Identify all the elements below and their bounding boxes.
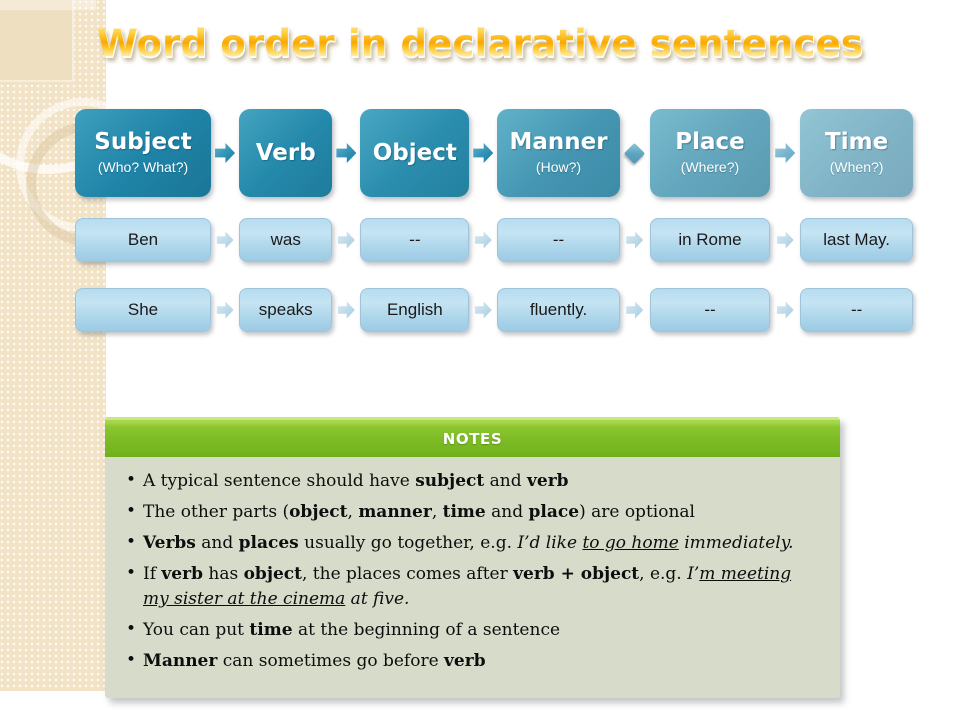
example-cell[interactable]: speaks — [239, 288, 333, 332]
connector-5 — [770, 143, 800, 163]
word-order-flow-diagram: Subject (Who? What?) Verb Object Manner … — [75, 108, 914, 334]
notes-body: A typical sentence should have subject a… — [105, 457, 840, 698]
example-cell[interactable]: last May. — [800, 218, 914, 262]
notes-list: A typical sentence should have subject a… — [119, 468, 822, 674]
example-cell[interactable]: -- — [360, 218, 470, 262]
flow-header-manner[interactable]: Manner (How?) — [497, 109, 620, 197]
connector — [332, 231, 360, 249]
flow-header-subject-title: Subject — [94, 129, 192, 155]
arrow-right-icon — [337, 231, 355, 249]
example-cell[interactable]: Ben — [75, 218, 212, 262]
left-decorative-strip — [0, 0, 106, 691]
flow-header-time-title: Time — [825, 129, 889, 155]
diamond-icon — [624, 142, 646, 164]
notes-list-item: If verb has object, the places comes aft… — [119, 561, 822, 612]
example-cell[interactable]: -- — [497, 218, 620, 262]
arrow-right-icon — [473, 143, 494, 163]
flow-header-verb-title: Verb — [255, 139, 316, 166]
flow-header-object-title: Object — [372, 139, 457, 166]
flow-header-place[interactable]: Place (Where?) — [649, 109, 771, 197]
arrow-right-icon — [626, 301, 644, 319]
connector — [332, 301, 360, 319]
connector — [620, 231, 650, 249]
arrow-right-icon — [776, 231, 794, 249]
example-row-ben: Ben was -- -- in Rome last May. — [75, 216, 914, 264]
arrow-right-icon — [474, 231, 492, 249]
arrow-right-icon — [775, 143, 796, 163]
connector — [211, 231, 239, 249]
flow-header-place-subtitle: (Where?) — [680, 159, 740, 175]
notes-header-title: NOTES — [442, 429, 503, 448]
example-cell[interactable]: in Rome — [649, 218, 771, 262]
flow-header-verb[interactable]: Verb — [239, 109, 333, 197]
notes-list-item: Manner can sometimes go before verb — [119, 648, 822, 674]
arrow-right-icon — [474, 301, 492, 319]
notes-panel: NOTES A typical sentence should have sub… — [105, 417, 840, 698]
notes-list-item: A typical sentence should have subject a… — [119, 468, 822, 494]
flow-header-place-title: Place — [675, 129, 745, 155]
arrow-right-icon — [776, 301, 794, 319]
example-cell[interactable]: -- — [649, 288, 771, 332]
flow-header-subject-subtitle: (Who? What?) — [97, 159, 189, 175]
connector-1 — [211, 143, 239, 163]
arrow-right-icon — [626, 231, 644, 249]
connector — [469, 231, 497, 249]
flow-header-subject[interactable]: Subject (Who? What?) — [75, 109, 212, 197]
connector — [770, 231, 800, 249]
connector — [770, 301, 800, 319]
connector-3 — [469, 143, 497, 163]
notes-list-item: You can put time at the beginning of a s… — [119, 617, 822, 643]
connector-4 — [620, 142, 650, 164]
flow-header-time-subtitle: (When?) — [829, 159, 884, 175]
flow-header-time[interactable]: Time (When?) — [800, 109, 913, 197]
notes-header: NOTES — [105, 417, 840, 457]
arrow-right-icon — [216, 301, 234, 319]
arrow-right-icon — [216, 231, 234, 249]
arrow-right-icon — [337, 301, 355, 319]
example-row-she: She speaks English fluently. -- -- — [75, 286, 914, 334]
page-title: Word order in declarative sentences — [0, 22, 960, 65]
arrow-right-icon — [215, 143, 236, 163]
connector — [469, 301, 497, 319]
example-cell[interactable]: was — [239, 218, 333, 262]
notes-list-item: The other parts (object, manner, time an… — [119, 499, 822, 525]
flow-header-manner-title: Manner — [509, 129, 608, 155]
example-cell[interactable]: She — [75, 288, 212, 332]
connector — [211, 301, 239, 319]
flow-header-manner-subtitle: (How?) — [535, 159, 582, 175]
flow-header-row: Subject (Who? What?) Verb Object Manner … — [75, 108, 913, 198]
connector-2 — [332, 143, 360, 163]
example-cell[interactable]: English — [360, 288, 470, 332]
example-cell[interactable]: -- — [800, 288, 914, 332]
flow-header-object[interactable]: Object — [360, 109, 470, 197]
notes-list-item: Verbs and places usually go together, e.… — [119, 530, 822, 556]
connector — [620, 301, 650, 319]
arrow-right-icon — [336, 143, 357, 163]
example-cell[interactable]: fluently. — [497, 288, 620, 332]
decorative-highlight-bar — [0, 0, 96, 10]
